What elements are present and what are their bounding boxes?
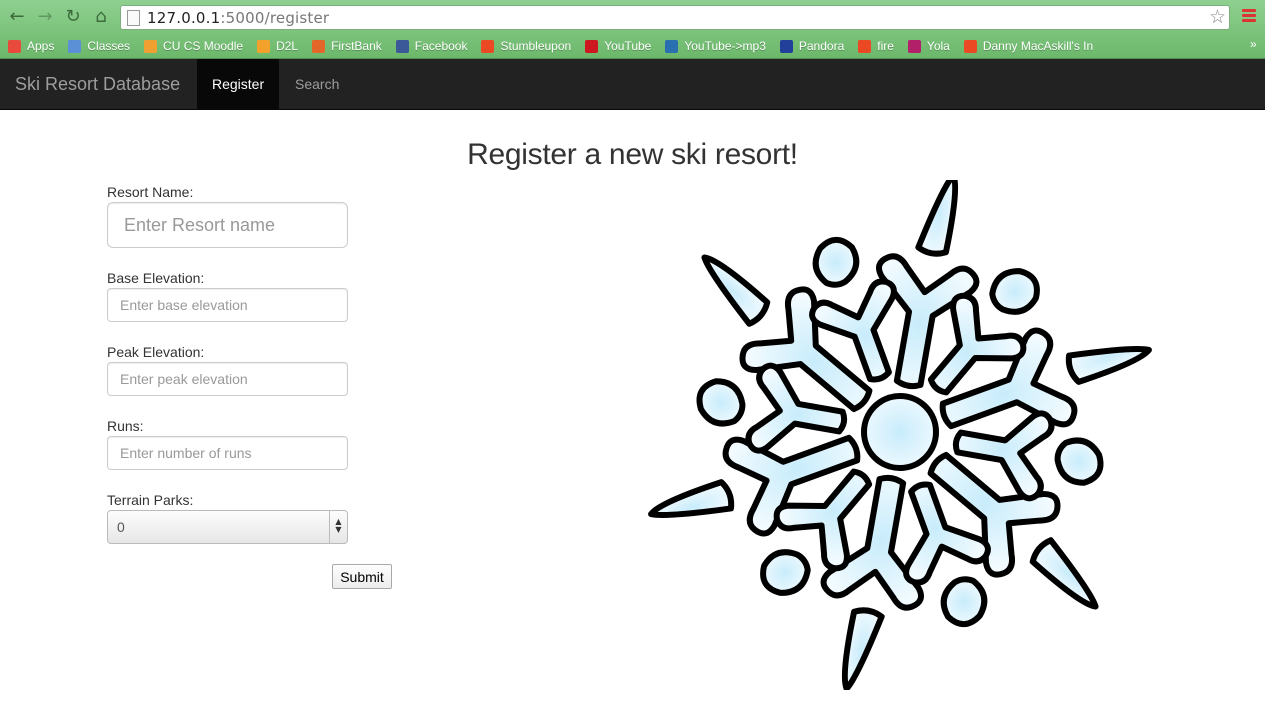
back-arrow-icon[interactable]: ← xyxy=(6,6,28,28)
bookmarks-overflow-icon[interactable]: » xyxy=(1250,37,1257,51)
base-elevation-label: Base Elevation: xyxy=(107,270,205,286)
bookmark-label: fire xyxy=(877,39,894,53)
terrain-parks-select[interactable]: 0 ▲ ▼ xyxy=(107,510,348,544)
nav-search[interactable]: Search xyxy=(280,59,354,109)
select-arrows-icon: ▲ ▼ xyxy=(329,511,347,543)
browser-menu-icon[interactable] xyxy=(1242,9,1256,23)
terrain-parks-label: Terrain Parks: xyxy=(107,492,194,508)
resort-name-label: Resort Name: xyxy=(107,184,194,200)
runs-input[interactable] xyxy=(107,436,348,470)
bookmark-label: Classes xyxy=(87,39,131,53)
bookmark-item[interactable]: Apps xyxy=(8,39,54,53)
url-host: 127.0.0.1 xyxy=(147,9,221,27)
bookmark-item[interactable]: Yola xyxy=(907,39,950,53)
bookmark-item[interactable]: Classes xyxy=(68,39,130,53)
navbar-brand[interactable]: Ski Resort Database xyxy=(15,74,180,95)
stumbleupon-icon xyxy=(481,39,495,53)
stumbleupon-icon xyxy=(963,39,977,53)
forward-arrow-icon[interactable]: → xyxy=(34,6,56,28)
runs-label: Runs: xyxy=(107,418,144,434)
bookmark-label: FirstBank xyxy=(331,39,382,53)
bookmark-item[interactable]: Pandora xyxy=(779,39,845,53)
bookmark-label: Stumbleupon xyxy=(500,39,572,53)
bookmark-label: Apps xyxy=(27,39,55,53)
resort-name-input[interactable] xyxy=(107,202,348,248)
base-elevation-input[interactable] xyxy=(107,288,348,322)
submit-button[interactable]: Submit xyxy=(332,564,392,589)
app-navbar: Ski Resort Database Register Search xyxy=(0,59,1265,110)
page-icon xyxy=(127,10,140,26)
bookmark-item[interactable]: Danny MacAskill's In xyxy=(963,39,1094,53)
bookmark-label: Danny MacAskill's In xyxy=(982,39,1094,53)
page-title: Register a new ski resort! xyxy=(467,138,798,171)
peak-elevation-input[interactable] xyxy=(107,362,348,396)
bookmark-item[interactable]: D2L xyxy=(257,39,298,53)
snowflake-center xyxy=(861,393,939,471)
bookmark-item[interactable]: CU CS Moodle xyxy=(144,39,243,53)
yola-icon xyxy=(907,39,921,53)
bookmark-item[interactable]: FirstBank xyxy=(312,39,382,53)
bookmark-label: D2L xyxy=(276,39,299,53)
snowflake-image xyxy=(640,180,1160,690)
bookmark-item[interactable]: Stumbleupon xyxy=(481,39,571,53)
nav-register[interactable]: Register xyxy=(197,59,280,109)
bookmarks-bar: Apps Classes CU CS Moodle D2L FirstBank Faceb… xyxy=(8,36,1107,56)
bookmark-item[interactable]: YouTube xyxy=(585,39,651,53)
bookmark-star-icon[interactable]: ☆ xyxy=(1209,6,1226,28)
stumbleupon-icon xyxy=(858,39,872,53)
bookmark-label: Facebook xyxy=(414,39,468,53)
bookmark-label: Pandora xyxy=(798,39,845,53)
moodle-icon xyxy=(144,39,158,53)
reload-icon[interactable]: ↻ xyxy=(62,6,84,28)
pandora-icon xyxy=(779,39,793,53)
home-icon[interactable]: ⌂ xyxy=(90,6,112,28)
apps-grid-icon xyxy=(8,39,21,53)
peak-elevation-label: Peak Elevation: xyxy=(107,344,205,360)
d2l-icon xyxy=(257,39,271,53)
bookmark-label: CU CS Moodle xyxy=(163,39,244,53)
folder-icon xyxy=(68,39,82,53)
bookmark-label: YouTube xyxy=(604,39,652,53)
firstbank-icon xyxy=(312,39,326,53)
terrain-parks-value: 0 xyxy=(117,519,125,535)
youtube-icon xyxy=(585,39,599,53)
address-bar[interactable]: 127.0.0.1:5000/register ☆ xyxy=(120,5,1230,30)
bookmark-label: Yola xyxy=(926,39,950,53)
bookmark-item[interactable]: Facebook xyxy=(395,39,468,53)
facebook-icon xyxy=(395,39,409,53)
youtube-mp3-icon xyxy=(665,39,679,53)
bookmark-item[interactable]: YouTube->mp3 xyxy=(665,39,766,53)
url-path: :5000/register xyxy=(220,9,330,27)
browser-toolbar: ← → ↻ ⌂ 127.0.0.1:5000/register ☆ Apps Cl… xyxy=(0,0,1265,59)
address-url[interactable]: 127.0.0.1:5000/register xyxy=(147,9,329,27)
bookmark-label: YouTube->mp3 xyxy=(684,39,766,53)
browser-nav-buttons: ← → ↻ ⌂ xyxy=(6,6,112,28)
bookmark-item[interactable]: fire xyxy=(858,39,894,53)
